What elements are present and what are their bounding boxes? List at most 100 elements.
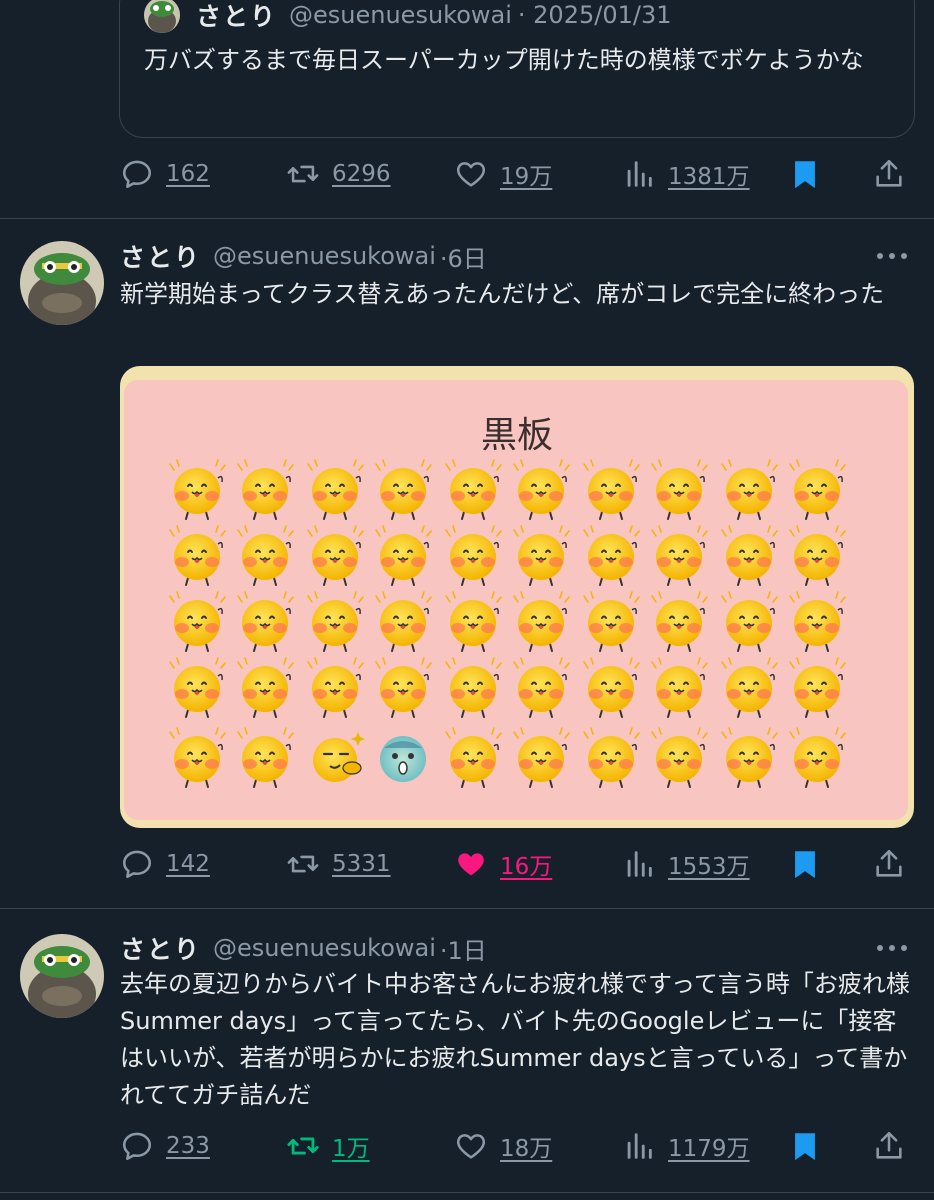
seat-row (166, 726, 866, 788)
like-icon (458, 853, 484, 876)
author-handle[interactable]: @esuenuesukowai (213, 242, 436, 270)
retweet-button[interactable]: 1万 (286, 1126, 370, 1166)
retweet-button[interactable]: 5331 (286, 844, 391, 884)
tweet-text: 新学期始まってクラス替えあったんだけど、席がコレで完全に終わった (120, 280, 885, 308)
chick-seat (445, 727, 502, 788)
retweet-count: 6296 (332, 161, 391, 187)
more-button[interactable] (872, 241, 912, 271)
like-icon (456, 1134, 486, 1159)
quoted-date: · 2025/01/31 (517, 1, 672, 29)
share-icon (876, 1131, 902, 1159)
chick-seat (237, 727, 294, 788)
reply-icon (122, 1132, 152, 1161)
views-button[interactable]: 1381万 (622, 154, 750, 194)
chick-seat (169, 459, 226, 520)
reply-icon (122, 850, 152, 879)
author-name[interactable]: さとり (120, 930, 201, 966)
seat-row (166, 590, 866, 652)
board-label: 黒板 (480, 415, 553, 456)
author-name[interactable]: さとり (120, 238, 201, 274)
chick-seat (307, 525, 364, 586)
chick-seat (513, 459, 570, 520)
views-count: 1179万 (668, 1136, 750, 1162)
chick-seat (375, 591, 432, 652)
like-button[interactable]: 16万 (454, 844, 552, 884)
quoted-author-handle[interactable]: @esuenuesukowai (289, 1, 512, 29)
chick-seat (651, 459, 708, 520)
more-icon (877, 945, 907, 951)
chick-seat (789, 727, 846, 788)
tweet-divider (0, 1192, 934, 1193)
chick-seat (721, 459, 778, 520)
chick-seat (169, 591, 226, 652)
share-button[interactable] (872, 844, 906, 884)
tweet2-actions: 233 1万 18万 1179万 (120, 1126, 915, 1166)
like-button[interactable]: 18万 (454, 1126, 552, 1166)
seat-row (166, 524, 866, 586)
chick-seat (237, 525, 294, 586)
share-button[interactable] (872, 1126, 906, 1166)
retweet-icon (287, 855, 319, 873)
chick-seat (721, 657, 778, 718)
views-button[interactable]: 1179万 (622, 1126, 750, 1166)
chick-seat (445, 525, 502, 586)
seat-row (166, 458, 866, 520)
chick-seat (445, 591, 502, 652)
chick-seat (721, 727, 778, 788)
quoted-tweet-text: 万バズするまで毎日スーパーカップ開けた時の模様でボケようかな (144, 46, 864, 74)
tweet-timestamp[interactable]: ·6日 (440, 239, 487, 274)
chick-seat (375, 525, 432, 586)
chick-seat (583, 525, 640, 586)
author-handle[interactable]: @esuenuesukowai (213, 934, 436, 962)
retweet-icon (287, 1137, 319, 1155)
views-button[interactable]: 1553万 (622, 844, 750, 884)
chick-seat (237, 459, 294, 520)
chick-seat (721, 525, 778, 586)
reply-button[interactable]: 162 (120, 154, 210, 194)
top-tweet-actions: 162 6296 19万 1381万 (120, 154, 915, 194)
share-icon (876, 159, 902, 187)
bookmark-button[interactable] (788, 1126, 822, 1166)
smug-chick-seat (313, 732, 365, 782)
views-icon (627, 851, 652, 877)
chick-seat (789, 657, 846, 718)
chick-seat (169, 727, 226, 788)
views-icon (627, 161, 652, 187)
reply-count: 142 (166, 851, 210, 877)
reply-icon (122, 160, 152, 189)
views-count: 1381万 (668, 164, 750, 190)
more-button[interactable] (872, 933, 912, 963)
chick-seat (307, 591, 364, 652)
tweet-timestamp[interactable]: ·1日 (440, 931, 487, 966)
retweet-button[interactable]: 6296 (286, 154, 391, 194)
chick-seat (513, 727, 570, 788)
retweet-count: 5331 (332, 851, 391, 877)
chick-seat (583, 727, 640, 788)
chick-seat (651, 591, 708, 652)
bookmark-button[interactable] (788, 154, 822, 194)
chick-seat (789, 591, 846, 652)
views-icon (627, 1133, 652, 1159)
chick-seat (169, 525, 226, 586)
author-avatar[interactable] (20, 241, 104, 325)
tweet-header: さとり @esuenuesukowai ·1日 (120, 928, 487, 968)
reply-button[interactable]: 142 (120, 844, 210, 884)
quoted-author-name[interactable]: さとり (196, 0, 277, 33)
chick-seat (445, 657, 502, 718)
chick-seat (375, 657, 432, 718)
chick-seat (513, 657, 570, 718)
reply-count: 233 (166, 1133, 210, 1159)
reply-button[interactable]: 233 (120, 1126, 210, 1166)
tweet-image[interactable]: 黒板 (120, 366, 914, 828)
tweet1-actions: 142 5331 16万 1553万 (120, 844, 915, 884)
tweet-divider (0, 218, 934, 219)
chick-seat (651, 525, 708, 586)
chick-seat (307, 459, 364, 520)
reply-count: 162 (166, 161, 210, 187)
author-avatar[interactable] (20, 934, 104, 1018)
share-button[interactable] (872, 154, 906, 194)
bookmark-button[interactable] (788, 844, 822, 884)
like-button[interactable]: 19万 (454, 154, 552, 194)
quoted-tweet-card[interactable]: さとり @esuenuesukowai · 2025/01/31 万バズするまで… (119, 0, 915, 138)
chick-seat (651, 657, 708, 718)
